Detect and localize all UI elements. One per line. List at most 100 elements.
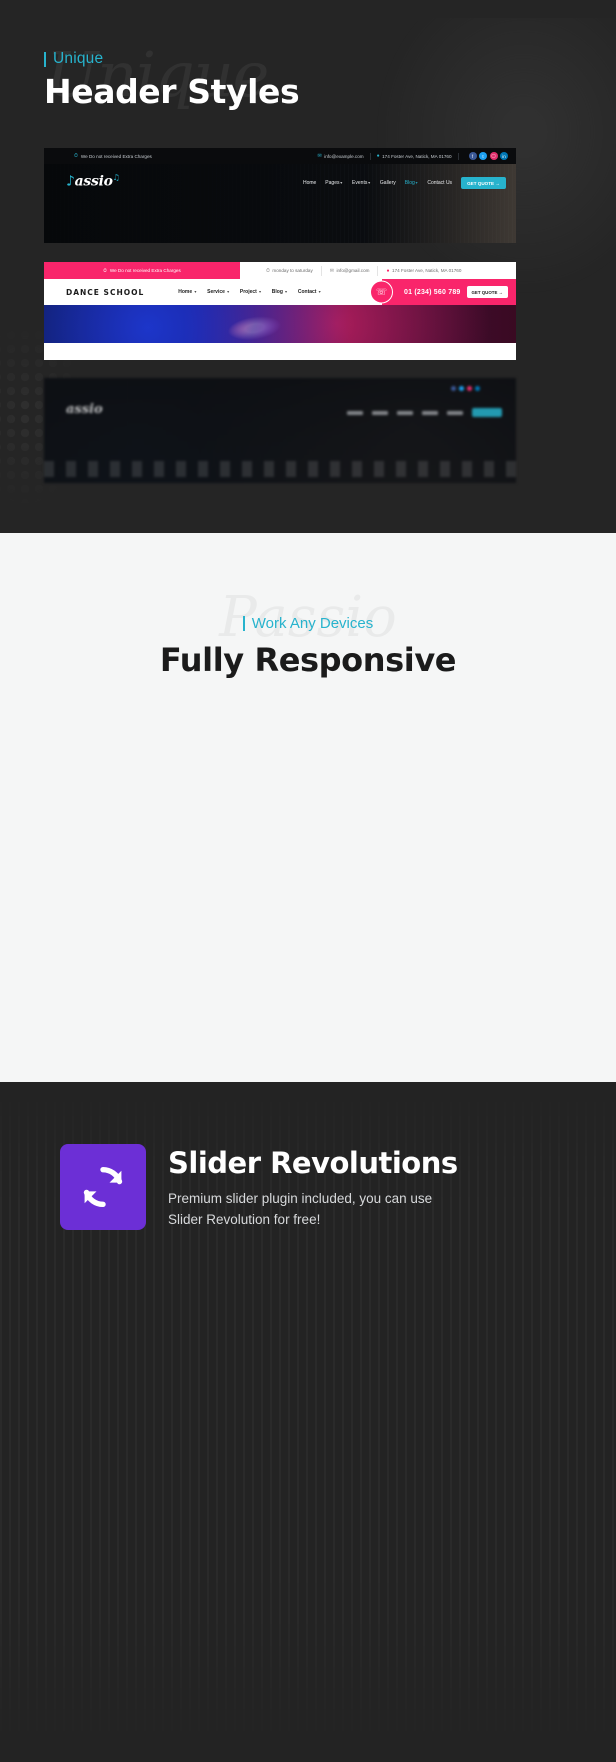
mockup2-email[interactable]: ✉ info@gmail.com [330, 268, 370, 274]
mockup2-logo-text: DANCE SCHOOL [66, 287, 145, 297]
mockup1-address: ● 174 Foster Ave, Natick, MA 01760 [376, 152, 452, 159]
mockup1-address-text: 174 Foster Ave, Natick, MA 01760 [382, 153, 452, 159]
menu-placeholder [347, 410, 363, 415]
mockup2-phone[interactable]: 01 (234) 560 789 [404, 289, 461, 296]
location-pin-icon: ● [386, 267, 390, 274]
mockup1-topbar: ⏱ We Do not received Extra Charges ✉ inf… [44, 148, 516, 164]
menu-item-contact[interactable]: Contact Us [427, 180, 452, 186]
clock-icon: ⏱ [266, 267, 270, 274]
slider-description-line2: Slider Revolution for free! [168, 1211, 321, 1227]
header-mockup-blurred[interactable]: assio [44, 378, 516, 483]
mockup2-notice: ⏱ We Do not received Extra Charges [44, 262, 240, 279]
location-pin-icon: ● [376, 152, 380, 159]
mockup1-contact-group: ✉ info@example.com ● 174 Foster Ave, Nat… [317, 152, 508, 160]
menu-item-contact[interactable]: Contact ▼ [298, 289, 322, 295]
menu-placeholder [372, 410, 388, 415]
chevron-down-icon: ▼ [226, 290, 230, 294]
divider [320, 265, 322, 276]
menu-item-blog[interactable]: Blog ▼ [272, 289, 288, 295]
mockup2-notice-text: We Do not received Extra Charges [109, 268, 181, 273]
eyebrow-bar-icon [44, 51, 46, 67]
chevron-down-icon: ▼ [317, 290, 322, 294]
chevron-down-icon: ▼ [258, 290, 262, 294]
slider-title: Slider Revolutions [168, 1146, 458, 1180]
linkedin-icon[interactable]: in [500, 152, 508, 160]
mockup1-logo[interactable]: ♪assio♫ [66, 172, 120, 190]
mockup2-email-text: info@gmail.com [336, 268, 370, 273]
mockup1-email-text: info@example.com [324, 153, 364, 159]
linkedin-icon [475, 386, 480, 391]
clock-icon: ⏱ [103, 268, 107, 273]
menu-placeholder [397, 410, 413, 415]
mockup1-notice-text: We Do not received Extra Charges [80, 153, 152, 159]
dancer-graphic [221, 305, 296, 343]
mockup1-email[interactable]: ✉ info@example.com [317, 152, 364, 159]
eyebrow-label: Work Any Devices [251, 615, 374, 632]
header-mockup-jassio[interactable]: ⏱ We Do not received Extra Charges ✉ inf… [44, 148, 516, 243]
slider-revolution-icon [60, 1144, 146, 1231]
instagram-icon [467, 386, 472, 391]
page-title: Header Styles [44, 72, 300, 111]
section-eyebrow: Work Any Devices [0, 615, 616, 632]
menu-item-blog[interactable]: Blog▼ [405, 180, 419, 186]
phone-icon[interactable]: ☏ [369, 280, 393, 304]
mockup2-topbar: ⏱ We Do not received Extra Charges ⏱ mon… [44, 262, 516, 279]
facebook-icon [451, 386, 456, 391]
fully-responsive-section: Passio Work Any Devices Fully Responsive… [0, 533, 616, 1082]
twitter-icon [459, 386, 464, 391]
mockup1-logo-text: assio [74, 173, 113, 190]
slider-text-block: Slider Revolutions Premium slider plugin… [168, 1144, 458, 1231]
section-heading-block: Unique Unique Header Styles [0, 0, 616, 111]
mockup2-cta-group: ☏ 01 (234) 560 789 GET QUOTE → [369, 279, 516, 305]
mockup1-menu[interactable]: Home Pages▼ Events▼ Gallery Blog▼ Contac… [303, 172, 506, 189]
mail-icon: ✉ [329, 267, 334, 274]
music-note-icon: ♪ [66, 173, 75, 190]
chevron-down-icon: ▼ [284, 290, 288, 294]
mockup1-social-links[interactable]: f t ▢ in [468, 152, 508, 160]
mockup2-logo[interactable]: DANCE SCHOOL [66, 288, 144, 297]
mockup3-social-dots [451, 386, 480, 391]
eyebrow-bar-icon [242, 616, 245, 631]
mockup1-navbar: ♪assio♫ Home Pages▼ Events▼ Gallery Blog… [44, 164, 516, 243]
twitter-icon[interactable]: t [479, 152, 487, 160]
menu-item-pages[interactable]: Pages▼ [325, 180, 343, 186]
responsive-heading-block: Passio Work Any Devices Fully Responsive [0, 533, 616, 679]
mail-icon: ✉ [317, 152, 322, 159]
menu-item-project[interactable]: Project ▼ [240, 289, 262, 295]
sound-wave-icon: ♫ [112, 172, 120, 182]
menu-item-home[interactable]: Home [303, 180, 316, 186]
slider-revolution-section: Slider Revolutions Premium slider plugin… [0, 1082, 616, 1762]
header-mockup-dance-school[interactable]: ⏱ We Do not received Extra Charges ⏱ mon… [44, 262, 516, 360]
mockup3-menu [347, 408, 502, 417]
mockup2-contact-group: ⏱ monday to saturday ✉ info@gmail.com ● … [266, 265, 461, 276]
divider [369, 152, 371, 160]
get-quote-button[interactable]: GET QUOTE → [466, 286, 508, 298]
section-title: Fully Responsive [159, 641, 457, 679]
eyebrow-label: Unique [53, 50, 104, 67]
slider-description-line1: Premium slider plugin included, you can … [168, 1191, 433, 1206]
mockup2-address: ● 174 Foster Ave, Natick, MA 01760 [386, 268, 461, 274]
menu-item-service[interactable]: Service ▼ [207, 289, 230, 295]
menu-item-home[interactable]: Home ▼ [178, 289, 197, 295]
menu-placeholder [447, 410, 463, 415]
divider [457, 152, 459, 160]
mockup2-navbar: DANCE SCHOOL Home ▼ Service ▼ Project ▼ … [44, 279, 516, 305]
chevron-down-icon: ▼ [414, 181, 419, 185]
mockup1-notice: ⏱ We Do not received Extra Charges [52, 152, 152, 159]
instagram-icon[interactable]: ▢ [489, 152, 498, 160]
menu-item-events[interactable]: Events▼ [352, 180, 371, 186]
clock-icon: ⏱ [74, 152, 78, 159]
mockup2-hours-text: monday to saturday [272, 268, 313, 273]
chevron-down-icon: ▼ [193, 290, 198, 294]
mockup2-hero-image [44, 305, 516, 343]
mockup2-menu[interactable]: Home ▼ Service ▼ Project ▼ Blog ▼ Contac… [178, 289, 321, 295]
facebook-icon[interactable]: f [468, 152, 477, 160]
menu-item-gallery[interactable]: Gallery [380, 180, 396, 186]
divider [377, 265, 379, 276]
header-styles-section: Unique Unique Header Styles ⏱ We Do not … [0, 0, 616, 533]
slider-heading-block: Slider Revolutions Premium slider plugin… [0, 1082, 616, 1231]
get-quote-button-placeholder [472, 408, 502, 417]
get-quote-button[interactable]: GET QUOTE → [461, 177, 506, 189]
menu-placeholder [422, 410, 438, 415]
mockup2-hours: ⏱ monday to saturday [266, 268, 313, 274]
